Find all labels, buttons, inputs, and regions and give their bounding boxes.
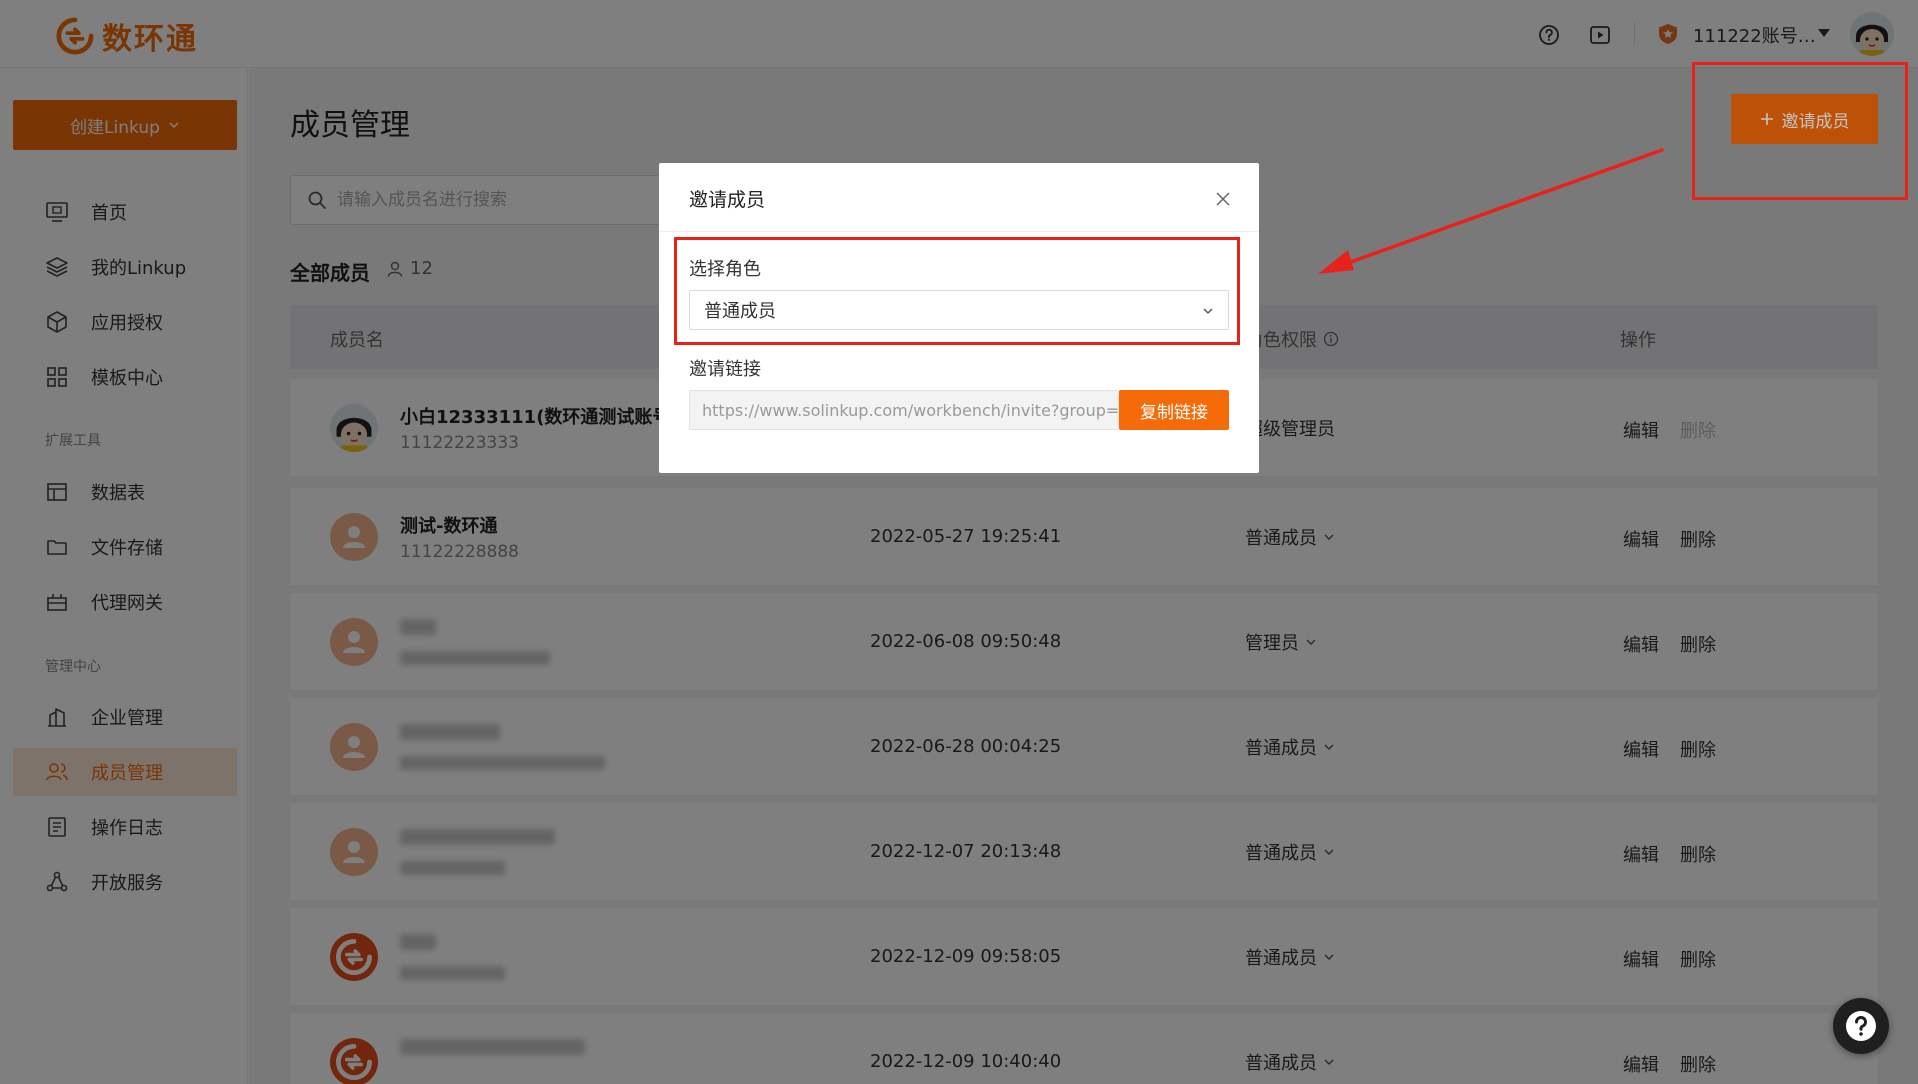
annotation-highlight-role — [674, 237, 1240, 345]
annotation-arrow-icon — [1318, 148, 1664, 274]
invite-member-label: 邀请成员 — [1781, 111, 1850, 132]
modal-divider — [659, 231, 1259, 232]
invite-member-button-dimmed: 邀请成员 — [1731, 94, 1878, 144]
invite-link-field[interactable] — [689, 390, 1119, 430]
copy-link-button[interactable]: 复制链接 — [1119, 390, 1229, 430]
invite-link-label: 邀请链接 — [689, 359, 761, 380]
plus-icon — [1760, 113, 1773, 125]
question-icon — [1846, 1011, 1876, 1041]
close-icon[interactable] — [1215, 191, 1231, 207]
modal-title: 邀请成员 — [689, 189, 766, 211]
floating-help-button[interactable] — [1833, 998, 1889, 1054]
